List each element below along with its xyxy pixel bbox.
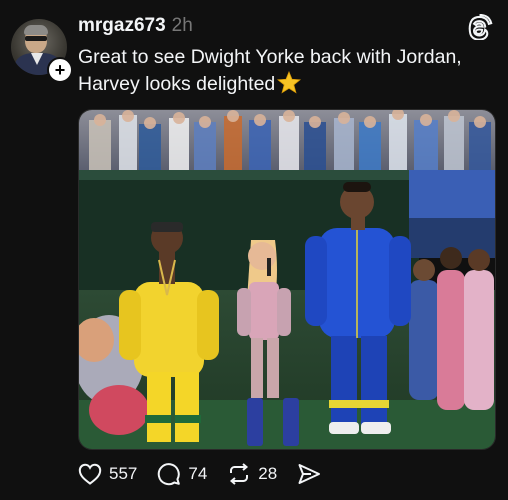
- comment-bubble-icon[interactable]: [157, 462, 181, 486]
- star-emoji-icon: [277, 70, 302, 94]
- repost-button[interactable]: 28: [227, 462, 277, 486]
- repost-icon[interactable]: [227, 462, 251, 486]
- post-header: mrgaz673 2h: [78, 15, 193, 37]
- like-button[interactable]: 557: [78, 463, 137, 485]
- share-button[interactable]: [297, 463, 321, 485]
- post-actions: 557 74 28: [78, 462, 341, 486]
- post-timestamp[interactable]: 2h: [172, 15, 193, 37]
- post-text-line1: Great to see Dwight Yorke back with Jord…: [78, 46, 462, 68]
- post-text-line2: Harvey looks delighted: [78, 73, 276, 95]
- comment-button[interactable]: 74: [157, 462, 207, 486]
- follow-plus-icon[interactable]: +: [47, 57, 73, 83]
- like-count: 557: [109, 464, 138, 483]
- avatar-container[interactable]: +: [11, 19, 73, 83]
- repost-count: 28: [258, 464, 278, 483]
- send-icon[interactable]: [297, 463, 321, 485]
- threads-logo-icon[interactable]: [468, 13, 494, 41]
- username-link[interactable]: mrgaz673: [78, 15, 166, 37]
- comment-count: 74: [188, 464, 208, 483]
- post-image[interactable]: [78, 109, 496, 450]
- post-text-line2-wrap: Harvey looks delighted: [78, 70, 498, 98]
- heart-icon[interactable]: [78, 463, 102, 485]
- post-text: Great to see Dwight Yorke back with Jord…: [78, 44, 498, 98]
